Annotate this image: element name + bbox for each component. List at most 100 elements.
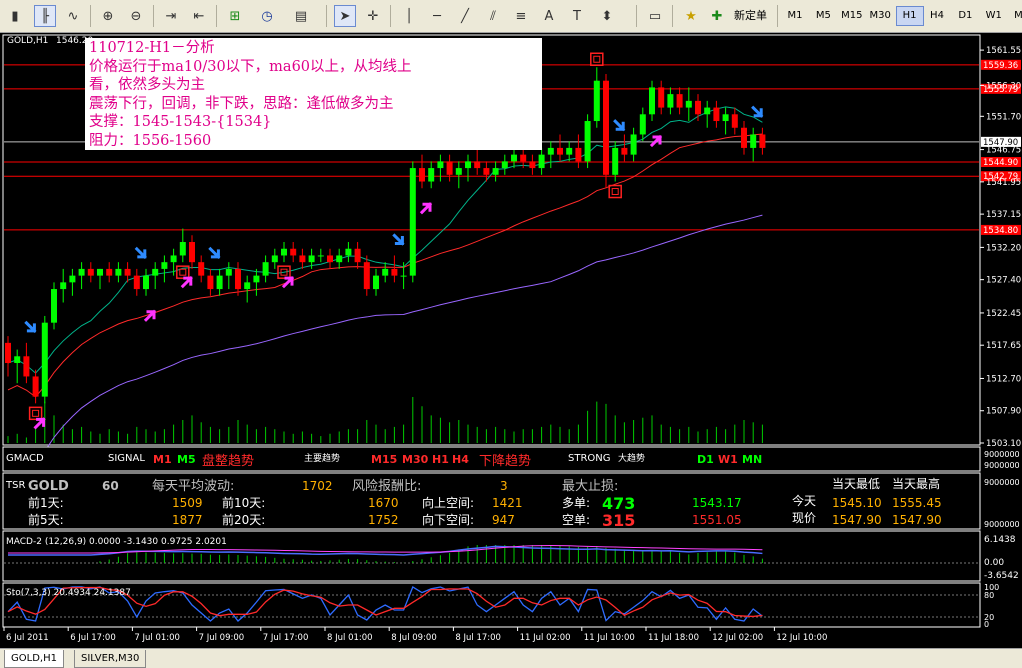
horizontal-line-icon[interactable]: ─ <box>426 5 448 27</box>
timeframe-mn[interactable]: MN <box>1009 6 1022 26</box>
vertical-line-icon[interactable]: │ <box>398 5 420 27</box>
templates-icon[interactable]: ▤ <box>290 5 312 27</box>
candle-body <box>69 275 76 283</box>
tsr-risk-reward-label: 风险报酬比: <box>352 479 421 494</box>
new-order-button[interactable]: 新定单 <box>734 5 767 27</box>
price-label: 1541.95 <box>986 178 1021 188</box>
candle-body <box>428 168 435 182</box>
toolbar-divider <box>153 5 154 27</box>
text-label-icon[interactable]: T <box>566 5 588 27</box>
price-label: 1561.55 <box>986 46 1021 56</box>
chart-window[interactable]: 1559.36 1555.79 1547.90 1544.90 1542.79 1534.… <box>0 33 1022 648</box>
candle-body <box>658 87 665 108</box>
line-chart-icon[interactable]: ∿ <box>62 5 84 27</box>
time-label: 7 Jul 01:00 <box>134 633 180 643</box>
channel-icon[interactable]: ⫽ <box>482 5 504 27</box>
candle-body <box>170 255 177 263</box>
time-label: 6 Jul 17:00 <box>70 633 116 643</box>
tsr-now-label: 现价 <box>792 511 816 525</box>
price-label: 1556.30 <box>986 81 1021 91</box>
candle-body <box>41 322 48 397</box>
toolbar: ▮ ╟ ∿ ⊕ ⊖ ⇥ ⇤ ⊞ ◷ ▤ ➤ ✛ │ ─ ╱ ⫽ ≡ A T ⬍ … <box>0 0 1022 33</box>
tsr-prev5-value: 1877 <box>172 513 203 527</box>
price-label: 1512.70 <box>986 374 1021 384</box>
candle-body <box>483 168 490 175</box>
candle-body <box>649 87 655 115</box>
gmacd-consolidation: 盘整趋势 <box>202 453 254 469</box>
gmacd-signal: SIGNAL <box>108 453 145 464</box>
toolbar-divider <box>672 5 673 27</box>
tsr-long-label: 多单: <box>562 496 590 510</box>
candle-body <box>501 161 508 169</box>
time-label: 8 Jul 01:00 <box>327 633 373 643</box>
timeframe-w1[interactable]: W1 <box>981 6 1007 26</box>
price-tag-label: 1559.36 <box>983 61 1018 71</box>
timeframe-d1[interactable]: D1 <box>952 6 978 26</box>
fibonacci-icon[interactable]: ≡ <box>510 5 532 27</box>
candle-body <box>465 161 471 169</box>
candle-body <box>225 268 232 276</box>
chart-tab-bar: GOLD,H1 SILVER,M30 <box>0 648 1022 668</box>
periods-icon[interactable]: ◷ <box>256 5 278 27</box>
tab-gold-h1[interactable]: GOLD,H1 <box>4 650 64 668</box>
crosshair-icon[interactable]: ✛ <box>362 5 384 27</box>
candle-body <box>244 282 251 290</box>
timeframe-h4[interactable]: H4 <box>924 6 950 26</box>
tsr-now-low: 1547.90 <box>832 513 882 527</box>
candle-body <box>281 248 287 256</box>
candle-body <box>731 114 738 128</box>
favorites-icon[interactable]: ★ <box>680 5 702 27</box>
gmacd-m5: M5 <box>177 453 196 466</box>
candle-body <box>603 80 609 175</box>
candle-body <box>676 94 683 108</box>
window-icon[interactable]: ▭ <box>644 5 666 27</box>
bar-chart-icon[interactable]: ▮ <box>4 5 26 27</box>
arrows-icon[interactable]: ⬍ <box>596 5 618 27</box>
gmacd-w1: W1 <box>718 453 738 466</box>
macd-label: MACD-2 (12,26,9) 0.0000 -3.1430 0.9725 2… <box>6 537 227 547</box>
note-line: 震荡下行，回调，非下跌，思路：逢低做多为主 <box>89 95 394 112</box>
sto-axis-80: 80 <box>984 591 994 600</box>
text-icon[interactable]: A <box>538 5 560 27</box>
timeframe-m1[interactable]: M1 <box>782 6 808 26</box>
tsr-label: TSR <box>5 480 25 491</box>
timeframe-m5[interactable]: M5 <box>810 6 836 26</box>
timeframe-m30[interactable]: M30 <box>867 6 893 26</box>
tsr-avg-daily-label: 每天平均波动: <box>152 478 234 494</box>
tsr-prev5-label: 前5天: <box>28 512 64 527</box>
zoom-out-icon[interactable]: ⊖ <box>125 5 147 27</box>
new-order-icon[interactable]: ✚ <box>706 5 728 27</box>
auto-scroll-icon[interactable]: ⇥ <box>160 5 182 27</box>
candle-body <box>695 100 701 115</box>
candlestick-icon[interactable]: ╟ <box>34 5 56 27</box>
candle-body <box>492 168 499 175</box>
time-label: 12 Jul 10:00 <box>776 633 827 643</box>
price-label: 1507.90 <box>986 407 1021 417</box>
gmacd-d1: D1 <box>697 453 714 466</box>
candle-body <box>124 268 131 276</box>
candle-body <box>198 262 205 276</box>
cursor-icon[interactable]: ➤ <box>334 5 356 27</box>
candle-body <box>593 80 600 122</box>
candle-body <box>584 121 591 162</box>
tsr-down-space-value: 947 <box>492 513 515 527</box>
candle-body <box>639 114 646 135</box>
candle-body <box>253 275 260 283</box>
tab-silver-m30[interactable]: SILVER,M30 <box>74 650 147 668</box>
price-label: 1532.20 <box>986 243 1021 253</box>
candle-body <box>14 356 21 364</box>
candle-body <box>317 255 324 257</box>
time-label: 11 Jul 02:00 <box>520 633 571 643</box>
candle-body <box>78 268 85 276</box>
candle-body <box>391 268 398 276</box>
indicators-icon[interactable]: ⊞ <box>224 5 246 27</box>
gmacd-m1: M1 <box>153 453 172 466</box>
zoom-in-icon[interactable]: ⊕ <box>97 5 119 27</box>
timeframe-m15[interactable]: M15 <box>839 6 865 26</box>
candle-body <box>179 242 186 256</box>
chart-shift-icon[interactable]: ⇤ <box>188 5 210 27</box>
candle-body <box>207 275 214 290</box>
trendline-icon[interactable]: ╱ <box>454 5 476 27</box>
timeframe-h1[interactable]: H1 <box>895 6 924 26</box>
candle-body <box>143 275 149 290</box>
